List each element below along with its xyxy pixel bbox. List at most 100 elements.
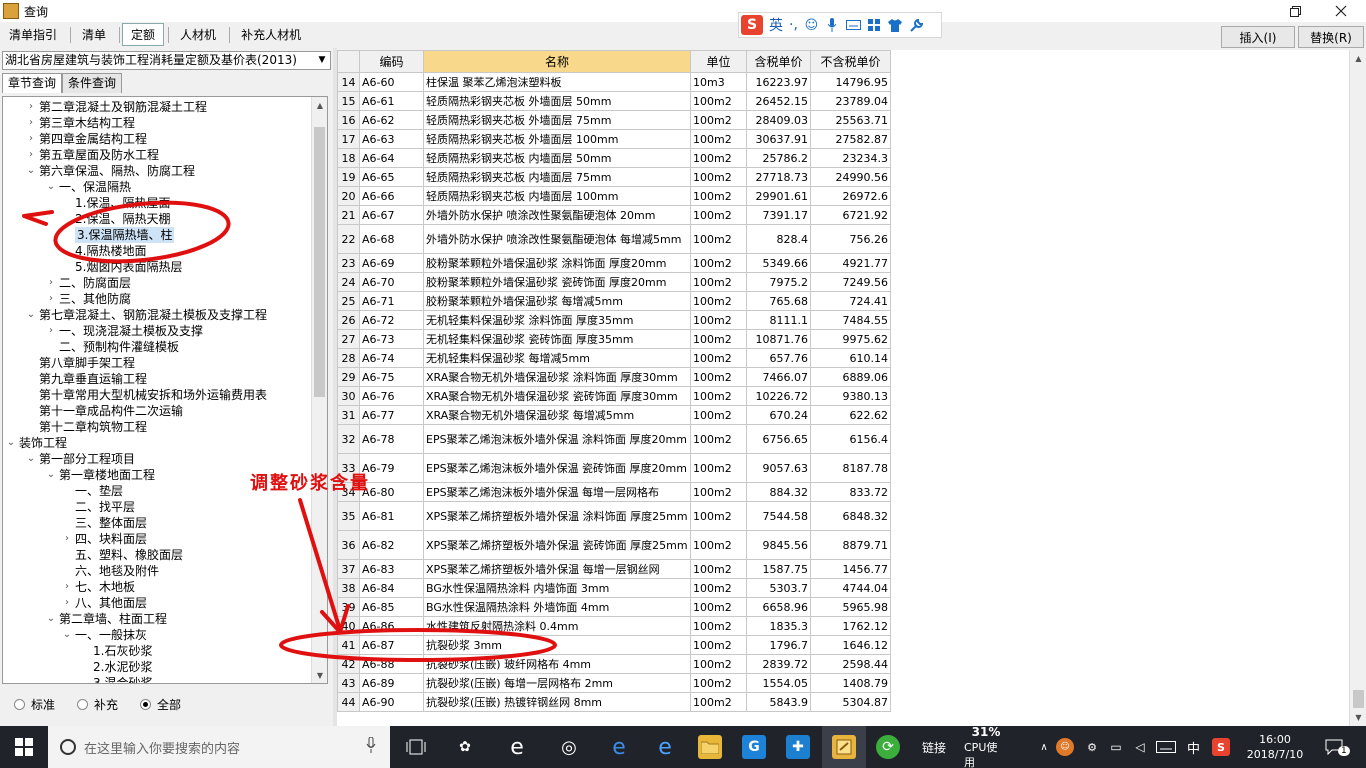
cell-index[interactable]: 37 [337, 559, 360, 579]
cell-price-tax[interactable]: 884.32 [746, 482, 811, 502]
cell-code[interactable]: A6-84 [359, 578, 424, 598]
table-row[interactable]: 41 A6-87 抗裂砂浆 3mm 100m2 1796.7 1646.12 [337, 635, 891, 655]
green-app-icon[interactable]: ⟳ [876, 735, 900, 759]
table-row[interactable]: 19 A6-65 轻质隔热彩钢夹芯板 内墙面层 75mm 100m2 27718.73 2… [337, 167, 891, 187]
tree-node[interactable]: 第十章常用大型机械安拆和场外运输费用表 [25, 387, 267, 403]
cell-name[interactable]: 抗裂砂浆 3mm [423, 635, 691, 655]
table-row[interactable]: 14 A6-60 柱保温 聚苯乙烯泡沫塑料板 10m3 16223.97 14796.95 [337, 72, 891, 92]
tree-node[interactable]: › 一、现浇混凝土模板及支撑 [45, 323, 203, 339]
table-row[interactable]: 28 A6-74 无机轻集料保温砂浆 每增减5mm 100m2 657.76 610.14 [337, 348, 891, 368]
sogou-tray-icon[interactable]: S [1212, 738, 1230, 756]
expanded-chevron-icon[interactable]: ⌄ [45, 611, 57, 627]
scroll-up-icon[interactable]: ▲ [312, 97, 327, 113]
cell-index[interactable]: 23 [337, 253, 360, 273]
cell-unit[interactable]: 10m3 [690, 72, 747, 92]
table-row[interactable]: 26 A6-72 无机轻集料保温砂浆 涂料饰面 厚度35mm 100m2 8111.1 7… [337, 310, 891, 330]
ie-icon[interactable]: e [653, 735, 677, 760]
file-explorer-icon[interactable] [698, 735, 722, 759]
tab-supplement-lmm[interactable]: 补充人材机 [232, 23, 310, 46]
cell-name[interactable]: 柱保温 聚苯乙烯泡沫塑料板 [423, 72, 691, 92]
grid-scroll-thumb[interactable] [1353, 690, 1364, 708]
cell-code[interactable]: A6-63 [359, 129, 424, 149]
table-row[interactable]: 15 A6-61 轻质隔热彩钢夹芯板 外墙面层 50mm 100m2 26452.15 2… [337, 91, 891, 111]
cell-price-tax[interactable]: 8111.1 [746, 310, 811, 330]
tree-node[interactable]: 三、整体面层 [61, 515, 147, 531]
tree-node[interactable]: ⌄ 一、保温隔热 [45, 179, 131, 195]
start-button[interactable] [0, 726, 48, 768]
cell-code[interactable]: A6-67 [359, 205, 424, 225]
tree-node[interactable]: › 二、防腐面层 [45, 275, 131, 291]
cell-index[interactable]: 35 [337, 501, 360, 531]
cell-price-tax[interactable]: 1554.05 [746, 673, 811, 693]
cell-unit[interactable]: 100m2 [690, 501, 747, 531]
expanded-chevron-icon[interactable]: ⌄ [25, 451, 37, 467]
ime-mode-toggle[interactable]: 英 [769, 15, 783, 35]
cell-unit[interactable]: 100m2 [690, 673, 747, 693]
cell-code[interactable]: A6-61 [359, 91, 424, 111]
tree-node[interactable]: ⌄ 一、一般抹灰 [61, 627, 147, 643]
collapsed-chevron-icon[interactable]: › [25, 147, 37, 163]
cell-code[interactable]: A6-77 [359, 405, 424, 425]
cell-price-tax[interactable]: 26452.15 [746, 91, 811, 111]
table-row[interactable]: 38 A6-84 BG水性保温隔热涂料 内墙饰面 3mm 100m2 5303.7 474… [337, 578, 891, 598]
tree-node[interactable]: ⌄ 装饰工程 [5, 435, 67, 451]
cell-name[interactable]: 外墙外防水保护 喷涂改性聚氨酯硬泡体 20mm [423, 205, 691, 225]
cell-name[interactable]: BG水性保温隔热涂料 外墙饰面 4mm [423, 597, 691, 617]
cell-code[interactable]: A6-87 [359, 635, 424, 655]
cell-price-notax[interactable]: 24990.56 [810, 167, 891, 187]
cell-index[interactable]: 38 [337, 578, 360, 598]
quota-app-icon[interactable] [832, 735, 856, 759]
cell-index[interactable]: 42 [337, 654, 360, 674]
table-row[interactable]: 40 A6-86 水性建筑反射隔热涂料 0.4mm 100m2 1835.3 1762.1… [337, 616, 891, 636]
cell-index[interactable]: 43 [337, 673, 360, 693]
cell-code[interactable]: A6-85 [359, 597, 424, 617]
cell-code[interactable]: A6-83 [359, 559, 424, 579]
table-row[interactable]: 25 A6-71 胶粉聚苯颗粒外墙保温砂浆 每增减5mm 100m2 765.68 724… [337, 291, 891, 311]
cell-code[interactable]: A6-76 [359, 386, 424, 406]
tab-bill-guide[interactable]: 清单指引 [0, 23, 66, 46]
cell-index[interactable]: 26 [337, 310, 360, 330]
cell-name[interactable]: XRA聚合物无机外墙保温砂浆 涂料饰面 厚度30mm [423, 367, 691, 387]
cell-index[interactable]: 41 [337, 635, 360, 655]
tree-node[interactable]: › 第二章混凝土及钢筋混凝土工程 [25, 99, 207, 115]
cell-price-tax[interactable]: 657.76 [746, 348, 811, 368]
cell-price-tax[interactable]: 5349.66 [746, 253, 811, 273]
plus-app-icon[interactable]: ✚ [786, 735, 810, 759]
cell-name[interactable]: XPS聚苯乙烯挤塑板外墙外保温 瓷砖饰面 厚度25mm [423, 530, 691, 560]
cell-name[interactable]: 轻质隔热彩钢夹芯板 外墙面层 50mm [423, 91, 691, 111]
table-row[interactable]: 31 A6-77 XRA聚合物无机外墙保温砂浆 每增减5mm 100m2 670.24 6… [337, 405, 891, 425]
cell-code[interactable]: A6-89 [359, 673, 424, 693]
table-row[interactable]: 30 A6-76 XRA聚合物无机外墙保温砂浆 瓷砖饰面 厚度30mm 100m2 10… [337, 386, 891, 406]
collapsed-chevron-icon[interactable]: › [61, 531, 73, 547]
table-row[interactable]: 16 A6-62 轻质隔热彩钢夹芯板 外墙面层 75mm 100m2 28409.03 2… [337, 110, 891, 130]
cell-price-notax[interactable]: 622.62 [810, 405, 891, 425]
replace-button[interactable]: 替换(R) [1298, 26, 1364, 48]
grid-icon[interactable] [867, 18, 882, 33]
cell-index[interactable]: 16 [337, 110, 360, 130]
cell-price-notax[interactable]: 4921.77 [810, 253, 891, 273]
cell-unit[interactable]: 100m2 [690, 348, 747, 368]
cell-unit[interactable]: 100m2 [690, 424, 747, 454]
tree-node[interactable]: 5.烟囱内表面隔热层 [61, 259, 182, 275]
expanded-chevron-icon[interactable]: ⌄ [5, 435, 17, 451]
cell-price-tax[interactable]: 10871.76 [746, 329, 811, 349]
cell-unit[interactable]: 100m2 [690, 91, 747, 111]
tree-node[interactable]: 第八章脚手架工程 [25, 355, 135, 371]
cell-price-tax[interactable]: 7975.2 [746, 272, 811, 292]
cell-price-notax[interactable]: 6848.32 [810, 501, 891, 531]
cell-index[interactable]: 18 [337, 148, 360, 168]
tree-node[interactable]: › 三、其他防腐 [45, 291, 131, 307]
scroll-up-icon[interactable]: ▲ [1350, 50, 1366, 67]
chat-app-icon[interactable]: ◎ [557, 735, 581, 759]
tree-node[interactable]: 六、地毯及附件 [61, 563, 159, 579]
cell-code[interactable]: A6-81 [359, 501, 424, 531]
tree-node[interactable]: 第十一章成品构件二次运输 [25, 403, 183, 419]
cell-price-tax[interactable]: 25786.2 [746, 148, 811, 168]
cell-price-notax[interactable]: 5965.98 [810, 597, 891, 617]
cell-name[interactable]: 轻质隔热彩钢夹芯板 内墙面层 50mm [423, 148, 691, 168]
table-row[interactable]: 33 A6-79 EPS聚苯乙烯泡沫板外墙外保温 瓷砖饰面 厚度20mm 100m2 9… [337, 453, 891, 483]
task-view-icon[interactable] [404, 735, 428, 759]
cell-unit[interactable]: 100m2 [690, 367, 747, 387]
cell-index[interactable]: 15 [337, 91, 360, 111]
cell-code[interactable]: A6-90 [359, 692, 424, 712]
